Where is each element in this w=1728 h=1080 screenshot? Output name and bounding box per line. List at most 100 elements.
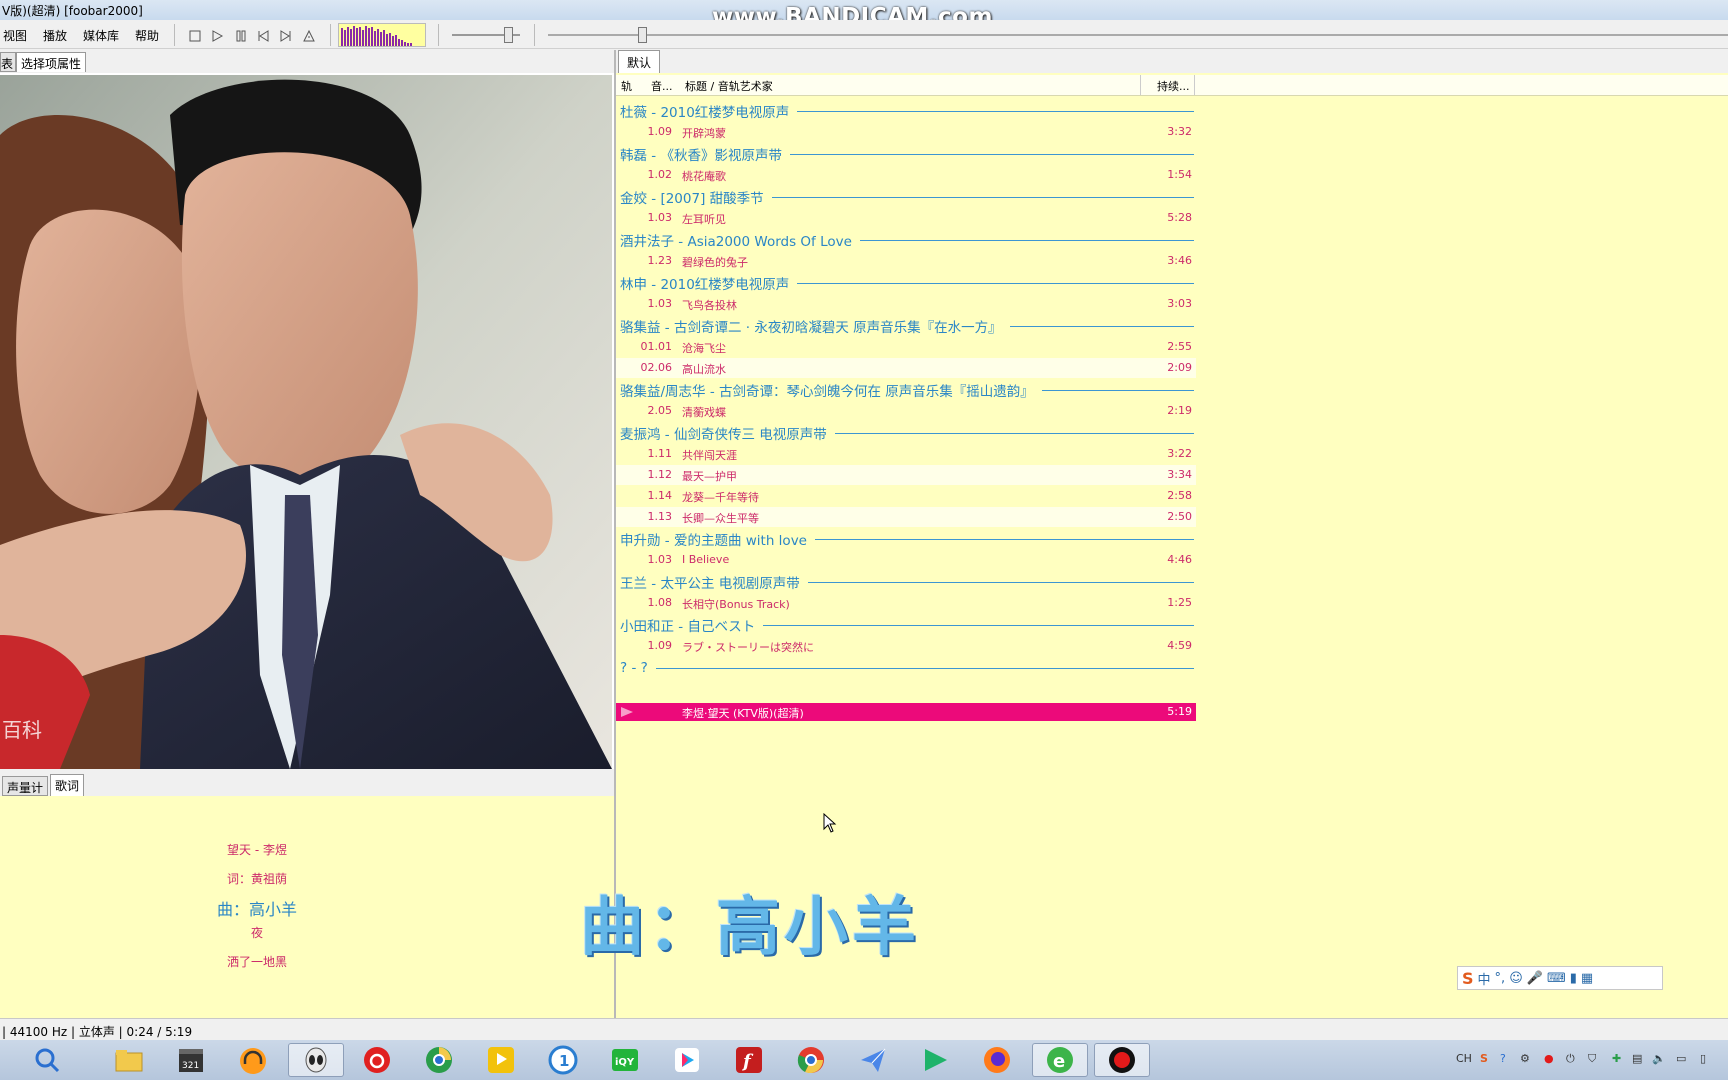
- menu-playback[interactable]: 播放: [40, 27, 70, 44]
- track-number: 1.09: [647, 639, 673, 652]
- playlist-track-row[interactable]: 1.11 共伴闯天涯 3:22: [616, 444, 1196, 464]
- taskbar-flash-icon[interactable]: f: [730, 1043, 768, 1077]
- ime-voice-icon[interactable]: 🎤: [1527, 971, 1543, 986]
- playlist-track-row[interactable]: 1.12 最天—护甲 3:34: [616, 465, 1196, 485]
- playlist-group-header[interactable]: 骆集益 - 古剑奇谭二 · 永夜初晗凝碧天 原声音乐集『在水一方』: [620, 315, 1194, 337]
- tray-shield-icon[interactable]: ⛉: [1588, 1052, 1596, 1066]
- seek-bar-thumb[interactable]: [638, 27, 647, 43]
- tab-volume-meter[interactable]: 声量计: [2, 776, 49, 796]
- playlist-group-header[interactable]: 申升勋 - 爱的主题曲 with love: [620, 528, 1194, 550]
- headphones-icon: [240, 1048, 266, 1074]
- next-button[interactable]: [277, 27, 295, 45]
- tab-selection-properties[interactable]: 选择项属性: [16, 52, 87, 72]
- now-playing-row[interactable]: 李煜·望天 (KTV版)(超清) 5:19: [616, 703, 1196, 721]
- taskbar-iqiyi-icon[interactable]: iQY: [606, 1043, 644, 1077]
- playlist-group-header[interactable]: 金姣 - [2007] 甜酸季节: [620, 186, 1194, 208]
- tray-sogou-icon[interactable]: S: [1480, 1052, 1488, 1065]
- playlist-track-row[interactable]: 1.03 I Believe 4:46: [616, 550, 1196, 570]
- taskbar-app-one-icon[interactable]: 1: [544, 1043, 582, 1077]
- menu-help[interactable]: 帮助: [132, 27, 162, 44]
- taskbar-firefox-icon[interactable]: [978, 1043, 1016, 1077]
- taskbar-music-icon[interactable]: [234, 1043, 272, 1077]
- now-playing-title: 李煜·望天 (KTV版)(超清): [682, 707, 804, 720]
- sogou-icon[interactable]: S: [1462, 969, 1474, 988]
- ime-emoji-icon[interactable]: ☺: [1509, 971, 1523, 986]
- playlist-track-row[interactable]: 1.09 开辟鸿蒙 3:32: [616, 122, 1196, 142]
- playlist-group-header[interactable]: 林申 - 2010红楼梦电视原声: [620, 272, 1194, 294]
- playlist-track-row[interactable]: 1.14 龙葵—千年等待 2:58: [616, 486, 1196, 506]
- tray-record-icon[interactable]: ●: [1544, 1052, 1554, 1065]
- taskbar-chrome-icon[interactable]: [792, 1043, 830, 1077]
- ime-skin-icon[interactable]: ▮: [1570, 971, 1577, 986]
- tray-network-icon[interactable]: ▤: [1632, 1052, 1642, 1065]
- playlist-group-header[interactable]: 杜薇 - 2010红楼梦电视原声: [620, 100, 1194, 122]
- playlist-track-row[interactable]: 1.03 左耳听见 5:28: [616, 208, 1196, 228]
- column-duration[interactable]: 持续...: [1157, 78, 1190, 94]
- taskbar-media-app-icon[interactable]: 321: [172, 1043, 210, 1077]
- playlist-track-row[interactable]: 2.05 清蘅戏蝶 2:19: [616, 401, 1196, 421]
- group-divider-line: [797, 282, 1194, 284]
- playlist-group-header[interactable]: 韩磊 - 《秋香》影视原声带: [620, 143, 1194, 165]
- menu-view[interactable]: 视图: [0, 27, 30, 44]
- playlist-track-row[interactable]: 1.23 碧绿色的兔子 3:46: [616, 251, 1196, 271]
- playlist-track-row[interactable]: 1.13 长卿—众生平等 2:50: [616, 507, 1196, 527]
- track-duration: 1:25: [1167, 596, 1192, 609]
- playlist-group-header[interactable]: 酒井法子 - Asia2000 Words Of Love: [620, 229, 1194, 251]
- playlist-group-header[interactable]: ? - ?: [620, 657, 1194, 679]
- tray-power-icon[interactable]: ⏻: [1566, 1052, 1575, 1066]
- tray-help-icon[interactable]: ?: [1500, 1052, 1506, 1065]
- playlist-group-header[interactable]: 骆集益/周志华 - 古剑奇谭：琴心剑魄今何在 原声音乐集『摇山遗韵』: [620, 379, 1194, 401]
- taskbar-explorer-icon[interactable]: [110, 1043, 148, 1077]
- tray-volume-icon[interactable]: 🔈: [1652, 1052, 1666, 1065]
- playlist-track-row[interactable]: 1.09 ラブ・ストーリーは突然に 4:59: [616, 636, 1196, 656]
- playlist-track-row[interactable]: 01.01 沧海飞尘 2:55: [616, 337, 1196, 357]
- taskbar-play-app-icon[interactable]: [916, 1043, 954, 1077]
- taskbar-youku-icon[interactable]: [668, 1043, 706, 1077]
- group-title: 骆集益/周志华 - 古剑奇谭：琴心剑魄今何在 原声音乐集『摇山遗韵』: [620, 384, 1034, 400]
- tray-security-icon[interactable]: ✚: [1612, 1052, 1621, 1065]
- ime-menu-icon[interactable]: ▦: [1581, 971, 1593, 986]
- taskbar-netease-icon[interactable]: [358, 1043, 396, 1077]
- next-icon: [280, 30, 291, 42]
- previous-button[interactable]: [254, 27, 272, 45]
- tray-language[interactable]: CH: [1456, 1052, 1472, 1065]
- tab-playlist-partial[interactable]: 表: [0, 52, 16, 72]
- spectrum-bars: [341, 26, 412, 46]
- tray-desktop-icon[interactable]: ▯: [1700, 1052, 1706, 1065]
- firefox-icon: [984, 1047, 1010, 1073]
- playlist-track-row[interactable]: 1.08 长相守(Bonus Track) 1:25: [616, 593, 1196, 613]
- tab-playlist-default[interactable]: 默认: [618, 50, 661, 73]
- taskbar-bandicam-icon[interactable]: [1094, 1043, 1150, 1077]
- tray-notification-icon[interactable]: ▭: [1676, 1052, 1686, 1065]
- play-button[interactable]: [208, 27, 226, 45]
- ime-mode[interactable]: 中: [1478, 969, 1491, 988]
- taskbar-ie-icon[interactable]: e: [1032, 1043, 1088, 1077]
- column-track-no[interactable]: 轨: [621, 78, 632, 94]
- ime-toolbar[interactable]: S 中 °, ☺ 🎤 ⌨ ▮ ▦: [1457, 966, 1663, 990]
- random-button[interactable]: [300, 27, 318, 45]
- playlist-track-row[interactable]: 1.02 桃花庵歌 1:54: [616, 165, 1196, 185]
- seek-bar[interactable]: [548, 34, 1728, 36]
- taskbar-potplayer-icon[interactable]: [482, 1043, 520, 1077]
- playlist-track-row[interactable]: 1.03 飞鸟各投林 3:03: [616, 294, 1196, 314]
- track-duration: 3:46: [1167, 254, 1192, 267]
- column-codec[interactable]: 音...: [651, 78, 673, 94]
- playlist-group-header[interactable]: 麦振鸿 - 仙剑奇侠传三 电视原声带: [620, 422, 1194, 444]
- menu-library[interactable]: 媒体库: [80, 27, 122, 44]
- taskbar-mail-icon[interactable]: [854, 1043, 892, 1077]
- tray-settings-icon[interactable]: ⚙: [1520, 1052, 1530, 1065]
- ime-keyboard-icon[interactable]: ⌨: [1547, 971, 1566, 986]
- taskbar-foobar-icon[interactable]: [288, 1043, 344, 1077]
- taskbar-chrome-alt-icon[interactable]: [420, 1043, 458, 1077]
- playlist-group-header[interactable]: 小田和正 - 自己ベスト: [620, 614, 1194, 636]
- volume-slider-thumb[interactable]: [504, 27, 513, 43]
- playlist-track-row[interactable]: 02.06 高山流水 2:09: [616, 358, 1196, 378]
- playlist-group-header[interactable]: 王兰 - 太平公主 电视剧原声带: [620, 571, 1194, 593]
- stop-button[interactable]: [186, 27, 204, 45]
- column-title-artist[interactable]: 标题 / 音轨艺术家: [685, 78, 773, 94]
- track-duration: 2:55: [1167, 340, 1192, 353]
- ime-punct[interactable]: °,: [1495, 971, 1506, 986]
- tab-lyrics[interactable]: 歌词: [50, 774, 85, 796]
- taskbar-search-icon[interactable]: [28, 1043, 66, 1077]
- pause-button[interactable]: [232, 27, 250, 45]
